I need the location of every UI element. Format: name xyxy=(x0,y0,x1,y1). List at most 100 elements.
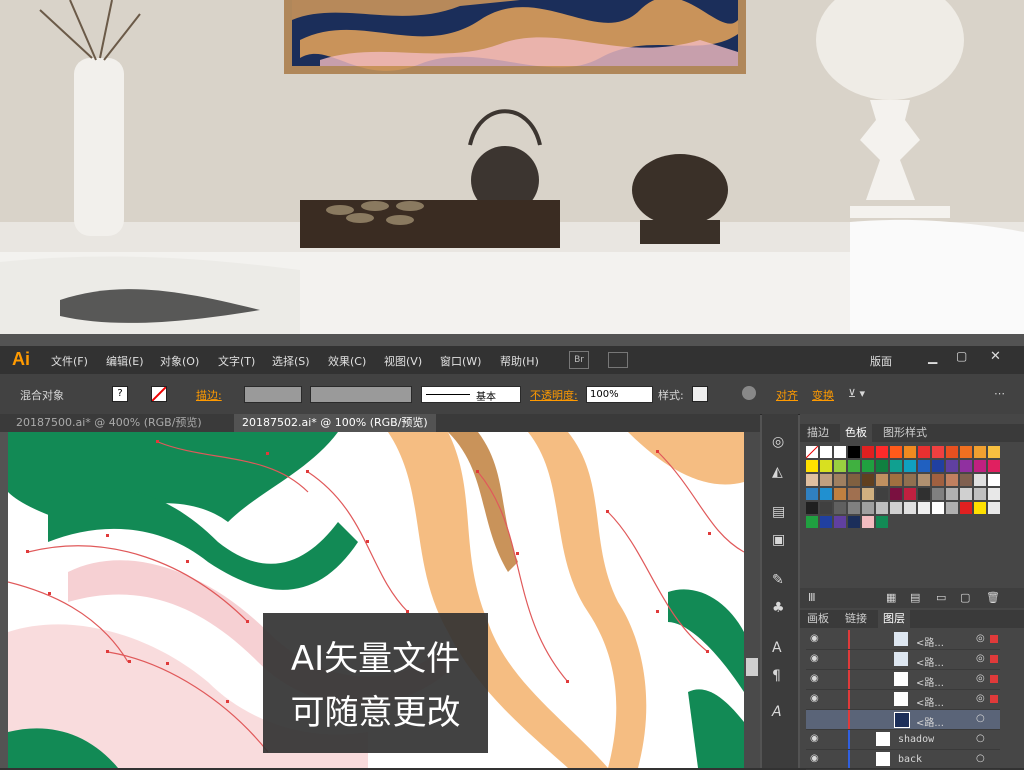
visibility-eye-icon[interactable]: ◉ xyxy=(810,653,819,664)
visibility-eye-icon[interactable]: ◉ xyxy=(810,693,819,704)
swatch-grid xyxy=(805,445,1002,566)
gradient-icon[interactable]: ◭ xyxy=(772,464,783,480)
selection-indicator[interactable] xyxy=(990,655,998,663)
show-swatch-kinds-icon[interactable]: ▦ xyxy=(886,591,896,604)
menu-window[interactable]: 窗口(W) xyxy=(440,353,481,369)
menu-view[interactable]: 视图(V) xyxy=(384,353,422,369)
menu-edit[interactable]: 编辑(E) xyxy=(106,353,144,369)
tab-layers[interactable]: 图层 xyxy=(878,610,910,628)
tab-stroke[interactable]: 描边 xyxy=(802,424,834,442)
layer-thumbnail xyxy=(876,732,890,746)
tab-document-2[interactable]: 20187502.ai* @ 100% (RGB/预览) xyxy=(234,414,436,432)
selection-indicator[interactable] xyxy=(990,635,998,643)
target-circle-icon[interactable]: ◎ xyxy=(976,673,985,684)
canvas-vertical-scrollbar[interactable] xyxy=(744,432,760,768)
visibility-eye-icon[interactable]: ◉ xyxy=(810,633,819,644)
fill-swatch-icon[interactable]: ? xyxy=(112,386,128,402)
target-circle-icon[interactable]: ◎ xyxy=(976,653,985,664)
tab-graphic-styles[interactable]: 图形样式 xyxy=(878,424,932,442)
room-photo xyxy=(0,0,1024,334)
opentype-icon[interactable]: A xyxy=(772,704,782,720)
layer-color-bar xyxy=(848,710,850,729)
close-icon[interactable]: ✕ xyxy=(990,349,1001,364)
menu-effect[interactable]: 效果(C) xyxy=(328,353,366,369)
layer-row[interactable]: ◉ <路... ◎ xyxy=(806,670,1000,690)
menu-file[interactable]: 文件(F) xyxy=(51,353,88,369)
target-circle-icon[interactable]: ◎ xyxy=(976,693,985,704)
ai-logo: Ai xyxy=(12,349,30,369)
stroke-label[interactable]: 描边: xyxy=(196,387,222,403)
layer-thumbnail xyxy=(894,712,910,728)
layer-color-bar xyxy=(848,750,850,768)
layer-thumbnail xyxy=(894,692,908,706)
target-circle-icon[interactable]: ○ xyxy=(976,753,985,764)
arrange-documents-icon[interactable] xyxy=(608,352,628,368)
target-circle-icon[interactable]: ○ xyxy=(976,733,985,744)
brush-select[interactable]: 基本 xyxy=(421,386,521,403)
swatch-options-icon[interactable]: ▤ xyxy=(910,591,920,604)
tab-artboards[interactable]: 画板 xyxy=(802,610,834,628)
swatch-library-icon[interactable]: Ⅲ xyxy=(808,591,816,604)
selection-indicator[interactable] xyxy=(990,675,998,683)
visibility-eye-icon[interactable]: ◉ xyxy=(810,753,819,764)
tab-document-1[interactable]: 20187500.ai* @ 400% (RGB/预览) xyxy=(8,414,210,432)
brushes-icon[interactable]: ✎ xyxy=(772,572,784,588)
selection-indicator[interactable] xyxy=(990,695,998,703)
scrollbar-thumb[interactable] xyxy=(746,658,758,676)
layer-row[interactable]: ◉ <路... ◎ xyxy=(806,630,1000,650)
new-swatch-icon[interactable]: ▢ xyxy=(960,591,970,604)
layer-row[interactable]: ◉ shadow ○ xyxy=(806,730,1000,750)
minimize-icon[interactable]: ▁ xyxy=(928,350,937,364)
overlay-line-1: AI矢量文件 xyxy=(290,639,461,679)
layer-row-selected[interactable]: <路... ○ xyxy=(806,710,1000,730)
layer-color-bar xyxy=(848,690,850,709)
opacity-label[interactable]: 不透明度: xyxy=(530,387,578,403)
panel-menu-icon[interactable]: ⋯ xyxy=(994,387,1005,400)
layer-thumbnail xyxy=(894,652,908,666)
symbols-icon[interactable]: ♣ xyxy=(772,600,785,616)
layer-row[interactable]: ◉ <路... ◎ xyxy=(806,650,1000,670)
tab-swatches[interactable]: 色板 xyxy=(840,424,872,442)
menu-select[interactable]: 选择(S) xyxy=(272,353,310,369)
isolate-icon[interactable]: ⊻ ▾ xyxy=(848,387,865,400)
align-label[interactable]: 对齐 xyxy=(776,387,798,403)
visibility-eye-icon[interactable]: ◉ xyxy=(810,733,819,744)
recolor-artwork-icon[interactable] xyxy=(742,386,756,400)
new-color-group-icon[interactable]: ▭ xyxy=(936,591,946,604)
swatch-grid-graphic[interactable] xyxy=(805,445,1002,566)
bridge-button[interactable]: Br xyxy=(569,351,589,369)
layer-thumbnail xyxy=(894,672,908,686)
no-stroke-icon xyxy=(151,386,167,402)
swatch-panel-tabs: 描边 色板 图形样式 xyxy=(800,424,1024,442)
layer-thumbnail xyxy=(876,752,890,766)
opacity-input[interactable]: 100% xyxy=(586,386,653,403)
graphic-style-swatch[interactable] xyxy=(692,386,708,402)
target-circle-icon[interactable]: ○ xyxy=(976,713,985,724)
transform-label[interactable]: 变换 xyxy=(812,387,834,403)
tab-links[interactable]: 链接 xyxy=(840,610,872,628)
workspace-switcher[interactable]: 版面 xyxy=(870,353,892,369)
stroke-weight-input[interactable] xyxy=(244,386,302,403)
align-panel-icon[interactable]: ▤ xyxy=(772,504,785,520)
visibility-eye-icon[interactable]: ◉ xyxy=(810,673,819,684)
right-panel: 描边 色板 图形样式 Ⅲ ▦ ▤ ▭ ▢ 🗑 画板 链接 图层 ◉ <路... … xyxy=(800,414,1024,770)
stroke-swatch-icon[interactable] xyxy=(151,386,167,402)
target-circle-icon[interactable]: ◎ xyxy=(976,633,985,644)
pathfinder-icon[interactable]: ▣ xyxy=(772,532,785,548)
menu-object[interactable]: 对象(O) xyxy=(160,353,199,369)
layer-row[interactable]: ◉ <路... ◎ xyxy=(806,690,1000,710)
color-guide-icon[interactable]: ◎ xyxy=(772,434,784,450)
selection-type-label: 混合对象 xyxy=(20,389,64,402)
paragraph-icon[interactable]: ¶ xyxy=(772,668,781,684)
maximize-icon[interactable]: ▢ xyxy=(956,349,967,363)
menu-help[interactable]: 帮助(H) xyxy=(500,353,539,369)
delete-swatch-icon[interactable]: 🗑 xyxy=(986,591,1000,604)
menu-type[interactable]: 文字(T) xyxy=(218,353,255,369)
swatch-panel-footer: Ⅲ ▦ ▤ ▭ ▢ 🗑 xyxy=(800,588,1024,608)
layer-name: <路... xyxy=(916,698,944,709)
menu-bar: Ai 文件(F) 编辑(E) 对象(O) 文字(T) 选择(S) 效果(C) 视… xyxy=(0,346,1024,374)
character-icon[interactable]: A xyxy=(772,640,782,656)
layer-name: <路... xyxy=(916,678,944,689)
layer-row[interactable]: ◉ back ○ xyxy=(806,750,1000,770)
variable-width-select[interactable] xyxy=(310,386,412,403)
